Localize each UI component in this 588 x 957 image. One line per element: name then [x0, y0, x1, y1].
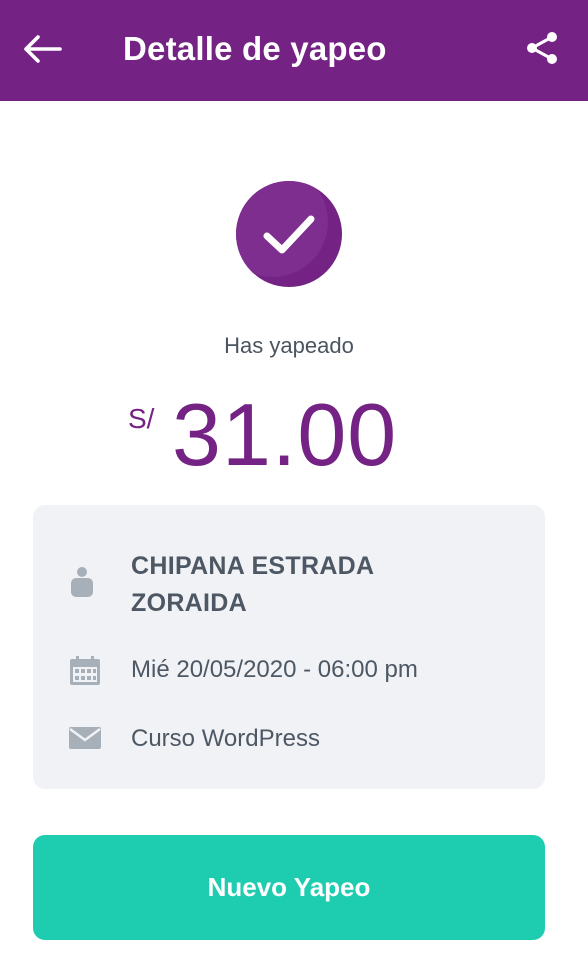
check-icon [263, 215, 315, 254]
person-icon [71, 567, 93, 597]
recipient-name: CHIPANA ESTRADA ZORAIDA [131, 552, 374, 617]
back-button[interactable] [18, 27, 66, 71]
currency-symbol: S/ [128, 403, 155, 434]
new-payment-button[interactable]: Nuevo Yapeo [33, 835, 545, 940]
status-label: Has yapeado [224, 333, 354, 358]
calendar-icon [70, 656, 100, 685]
share-button[interactable] [518, 26, 566, 70]
payment-message: Curso WordPress [131, 725, 320, 752]
page-title: Detalle de yapeo [123, 30, 387, 67]
envelope-icon [69, 727, 101, 749]
success-badge [236, 181, 342, 287]
app-header: Detalle de yapeo [0, 0, 588, 101]
share-icon [527, 32, 557, 64]
transaction-datetime: Mié 20/05/2020 - 06:00 pm [131, 656, 418, 683]
transaction-details-card: CHIPANA ESTRADA ZORAIDA Mié 20/05/2020 -… [33, 505, 545, 789]
payment-detail-screen: Detalle de yapeo Has yapeado S/ 31.00 CH… [0, 0, 588, 957]
amount-value: 31.00 [172, 385, 398, 484]
arrow-left-icon [24, 35, 62, 63]
